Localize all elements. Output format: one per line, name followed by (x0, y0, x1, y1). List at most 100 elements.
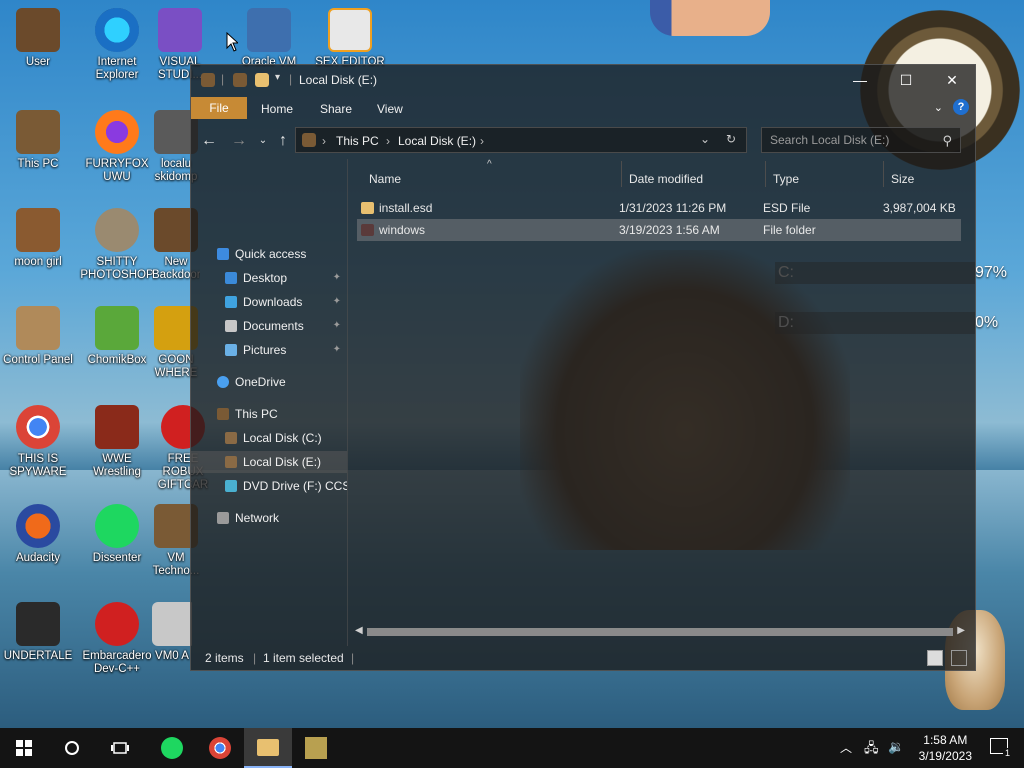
column-divider[interactable] (883, 161, 884, 187)
mouse-cursor-icon (226, 32, 238, 52)
breadcrumb-local-disk-e[interactable]: Local Disk (E:) (398, 134, 476, 148)
scrollbar-thumb[interactable] (367, 628, 953, 636)
chevron-up-icon[interactable]: ︿ (840, 739, 852, 756)
cortana-circle-icon (65, 741, 79, 755)
task-view-button[interactable] (96, 728, 144, 768)
horizontal-scrollbar[interactable]: ◀ ▶ (353, 624, 967, 638)
ribbon-expand-chevron-icon[interactable]: ⌄ (934, 101, 943, 114)
properties-icon[interactable] (233, 73, 247, 87)
tab-view[interactable]: View (377, 99, 403, 119)
file-explorer-window[interactable]: | ▾ | Local Disk (E:) — ☐ ✕ File Home Sh… (190, 64, 976, 671)
column-divider[interactable] (765, 161, 766, 187)
drive-icon (201, 73, 215, 87)
computer-icon (16, 110, 60, 154)
desktop-icon-dev-cpp[interactable]: Embarcadero Dev-C++ (79, 602, 155, 676)
desktop-icon-control-panel[interactable]: Control Panel (0, 306, 76, 367)
pin-icon: ✦ (332, 320, 341, 331)
volume-icon[interactable]: 🔉 (888, 739, 904, 755)
nav-desktop[interactable]: Desktop ✦ (191, 267, 347, 289)
desktop-icon-oracle-vm[interactable]: Oracle VM (231, 8, 307, 69)
nav-local-disk-c[interactable]: Local Disk (C:) (191, 427, 347, 449)
file-row-install-esd[interactable]: install.esd 1/31/2023 11:26 PM ESD File … (357, 197, 961, 219)
computer-icon (217, 408, 229, 420)
search-button[interactable] (48, 728, 96, 768)
status-bar: 2 items | 1 item selected | (191, 646, 975, 670)
separator: | (221, 72, 225, 86)
nav-network[interactable]: Network (191, 507, 347, 529)
folder-icon (16, 208, 60, 252)
column-header-type[interactable]: Type (773, 167, 799, 191)
column-divider[interactable] (621, 161, 622, 187)
desktop-icon-chrome[interactable]: THIS IS SPYWARE (0, 405, 76, 479)
column-header-date-modified[interactable]: Date modified (629, 167, 703, 191)
desktop-icon-dissenter[interactable]: Dissenter (79, 504, 155, 565)
desktop-icon-gimp[interactable]: SHITTY PHOTOSHOP (79, 208, 155, 282)
minimize-button[interactable]: — (837, 65, 883, 95)
scroll-right-icon[interactable]: ▶ (957, 624, 965, 638)
nav-this-pc[interactable]: This PC (191, 403, 347, 425)
tab-home[interactable]: Home (261, 99, 293, 119)
chevron-down-icon[interactable]: ▾ (275, 72, 280, 83)
start-button[interactable] (0, 728, 48, 768)
nav-documents[interactable]: Documents ✦ (191, 315, 347, 337)
nav-downloads[interactable]: Downloads ✦ (191, 291, 347, 313)
control-panel-icon (16, 306, 60, 350)
breadcrumb-this-pc[interactable]: This PC (336, 134, 379, 148)
address-history-chevron-icon[interactable]: ⌄ (700, 132, 710, 146)
column-header-name[interactable]: Name (369, 167, 401, 191)
desktop-icon-hex-editor[interactable]: SEX EDITOR (312, 8, 388, 69)
desktop-icon-firefox[interactable]: FURRYFOX UWU (79, 110, 155, 184)
up-arrow-icon[interactable]: ↑ (273, 131, 293, 151)
taskbar-chrome[interactable] (196, 728, 244, 768)
title-bar[interactable]: | ▾ | Local Disk (E:) — ☐ ✕ (191, 65, 975, 95)
clock[interactable]: 1:58 AM 3/19/2023 (919, 732, 972, 764)
window-title: Local Disk (E:) (299, 73, 378, 87)
scroll-left-icon[interactable]: ◀ (355, 624, 363, 638)
taskbar-dissenter[interactable] (148, 728, 196, 768)
desktop-icon-wwe-wrestling[interactable]: WWE Wrestling (79, 405, 155, 479)
nav-quick-access[interactable]: Quick access (191, 243, 347, 265)
folder-icon (257, 738, 279, 756)
recent-locations-chevron-icon[interactable]: ⌄ (253, 131, 273, 151)
tab-share[interactable]: Share (320, 99, 352, 119)
hex-editor-icon (328, 8, 372, 52)
desktop-icon-audacity[interactable]: Audacity (0, 504, 76, 565)
maximize-button[interactable]: ☐ (883, 65, 929, 95)
back-arrow-icon[interactable]: ← (199, 131, 219, 151)
large-icons-view-icon[interactable] (951, 650, 967, 666)
nav-onedrive[interactable]: OneDrive (191, 371, 347, 393)
desktop-icon-chomikbox[interactable]: ChomikBox (79, 306, 155, 367)
tab-file[interactable]: File (191, 97, 247, 119)
desktop-icon-moon-girl[interactable]: moon girl (0, 208, 76, 269)
help-icon[interactable]: ? (953, 99, 969, 115)
desktop-icon-internet-explorer[interactable]: Internet Explorer (79, 8, 155, 82)
column-header-size[interactable]: Size (891, 167, 914, 191)
details-view-icon[interactable] (927, 650, 943, 666)
new-folder-icon[interactable] (255, 73, 269, 87)
forward-arrow-icon[interactable]: → (229, 131, 249, 151)
search-input[interactable]: Search Local Disk (E:) ⚲ (761, 127, 961, 153)
address-bar[interactable]: › This PC › Local Disk (E:) › ⌄ ↻ (295, 127, 747, 153)
edge-icon (95, 8, 139, 52)
desktop-icon-vm0[interactable]: VM0 A (152, 602, 192, 663)
search-icon: ⚲ (942, 133, 952, 148)
nav-dvd-drive-f[interactable]: DVD Drive (F:) CCSA (191, 475, 347, 497)
taskbar-app[interactable] (292, 728, 340, 768)
refresh-icon[interactable]: ↻ (726, 132, 736, 146)
network-icon[interactable]: 🖧 (864, 739, 879, 761)
clock-date: 3/19/2023 (918, 749, 972, 763)
desktop-icon-undertale[interactable]: UNDERTALE (0, 602, 76, 663)
nav-local-disk-e[interactable]: Local Disk (E:) (191, 451, 347, 473)
dvd-icon (225, 480, 237, 492)
sort-ascending-icon: ^ (487, 159, 492, 170)
desktop-icon-this-pc[interactable]: This PC (0, 110, 76, 171)
drive-icon (302, 133, 316, 147)
dissenter-icon (161, 737, 183, 759)
file-row-windows-folder[interactable]: windows 3/19/2023 1:56 AM File folder (357, 219, 961, 241)
close-button[interactable]: ✕ (929, 65, 975, 95)
desktop-icon-user[interactable]: User (0, 8, 76, 69)
taskbar: ︿ 🖧 🔉 1:58 AM 3/19/2023 1 (0, 728, 1024, 768)
nav-pictures[interactable]: Pictures ✦ (191, 339, 347, 361)
taskbar-file-explorer[interactable] (244, 728, 292, 768)
cloud-icon (217, 376, 229, 388)
